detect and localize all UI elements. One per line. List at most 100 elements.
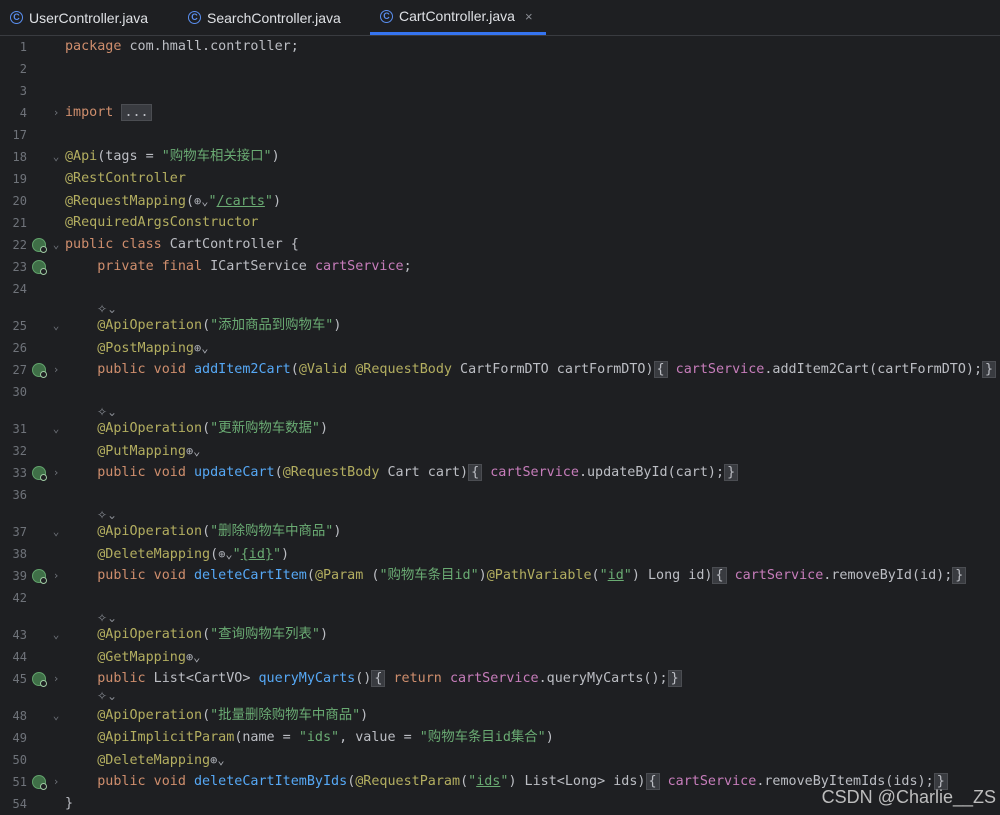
line-number: 31 [12,422,27,436]
code-text: @Api(tags = "购物车相关接口") [65,149,280,164]
fold-expanded-icon[interactable]: ⌄ [50,705,62,727]
line-number: 49 [12,731,27,745]
line-number: 23 [12,260,27,274]
code-text: @GetMapping⊕⌄ [97,650,201,665]
code-text: import ... [65,102,152,124]
line-number: 32 [12,444,27,458]
close-tab-icon[interactable]: × [525,9,533,24]
line-number: 3 [19,84,27,98]
editor-tab-bar: C UserController.java C SearchController… [0,0,1000,36]
line-number: 22 [12,238,27,252]
code-line: 31 ⌄ @ApiOperation("更新购物车数据") [0,418,1000,440]
code-text: @ApiOperation("删除购物车中商品") [97,524,342,539]
line-number: 43 [12,628,27,642]
line-number: 33 [12,466,27,480]
fold-expanded-icon[interactable]: ⌄ [50,418,62,440]
code-text: @ApiOperation("添加商品到购物车") [97,318,342,333]
globe-icon[interactable]: ⊕⌄ [210,753,224,767]
line-number: 26 [12,341,27,355]
code-line: 30 [0,381,1000,403]
code-text: public void addItem2Cart(@Valid @Request… [65,359,997,381]
code-text: @ApiOperation("批量删除购物车中商品") [97,708,369,723]
code-line: 21 @RequiredArgsConstructor [0,212,1000,234]
endpoint-gutter-icon[interactable] [32,466,47,481]
tab-label: CartController.java [399,8,515,24]
globe-icon[interactable]: ⊕⌄ [194,341,208,355]
code-line: 42 [0,587,1000,609]
endpoint-gutter-icon[interactable] [32,672,47,687]
line-number: 30 [12,385,27,399]
code-line: 44 @GetMapping⊕⌄ [0,646,1000,668]
endpoint-gutter-icon[interactable] [32,775,47,790]
injection-gutter-icon[interactable] [32,260,47,275]
folded-imports[interactable]: ... [121,104,152,121]
line-number: 54 [12,797,27,811]
ai-hint-icon[interactable]: ✧⌄ [97,685,117,707]
line-number: 45 [12,672,27,686]
fold-expanded-icon[interactable]: ⌄ [50,146,62,168]
fold-expanded-icon[interactable]: ⌄ [50,521,62,543]
code-line: 36 [0,484,1000,506]
line-number: 36 [12,488,27,502]
globe-icon[interactable]: ⊕⌄ [186,444,200,458]
fold-expanded-icon[interactable]: ⌄ [50,315,62,337]
fold-expanded-icon[interactable]: ⌄ [50,234,62,256]
tab-search-controller[interactable]: C SearchController.java [178,0,368,35]
line-number: 1 [19,40,27,54]
globe-icon[interactable]: ⊕⌄ [186,650,200,664]
fold-collapsed-icon[interactable]: › [50,771,62,793]
line-number: 24 [12,282,27,296]
code-line: 22 ⌄ public class CartController { [0,234,1000,256]
code-text: } [65,796,74,811]
code-text: @RequestMapping(⊕⌄"/carts") [65,194,282,209]
code-line: 24 [0,278,1000,300]
code-line: 32 @PutMapping⊕⌄ [0,440,1000,462]
fold-collapsed-icon[interactable]: › [50,359,62,381]
fold-expanded-icon[interactable]: ⌄ [50,624,62,646]
line-number: 25 [12,319,27,333]
code-line: 26 @PostMapping⊕⌄ [0,337,1000,359]
tab-label: SearchController.java [207,9,341,26]
code-text: @RestController [65,171,186,186]
endpoint-gutter-icon[interactable] [32,363,47,378]
code-line: 3 [0,80,1000,102]
tab-user-controller[interactable]: C UserController.java [0,0,170,35]
code-text: package com.hmall.controller; [65,39,299,54]
code-text: @RequiredArgsConstructor [65,215,259,230]
code-line: 50 @DeleteMapping⊕⌄ [0,749,1000,771]
code-line: 38 @DeleteMapping(⊕⌄"{id}") [0,543,1000,565]
code-text: @PostMapping⊕⌄ [97,341,209,356]
code-text: @DeleteMapping(⊕⌄"{id}") [97,547,290,562]
code-line: 27 › public void addItem2Cart(@Valid @Re… [0,359,1000,381]
class-icon: C [10,11,23,24]
globe-icon[interactable]: ⊕⌄ [194,194,208,208]
endpoint-gutter-icon[interactable] [32,569,47,584]
line-number: 48 [12,709,27,723]
line-number: 37 [12,525,27,539]
globe-icon[interactable]: ⊕⌄ [218,547,232,561]
line-number: 50 [12,753,27,767]
line-number: 4 [19,106,27,120]
line-number: 51 [12,775,27,789]
implementation-gutter-icon[interactable] [32,238,47,253]
tab-cart-controller[interactable]: C CartController.java × [370,0,546,35]
line-number: 39 [12,569,27,583]
code-text: public List<CartVO> queryMyCarts(){ retu… [65,668,682,690]
code-text: @ApiImplicitParam(name = "ids", value = … [97,730,554,745]
fold-collapsed-icon[interactable]: › [50,102,62,124]
line-number: 18 [12,150,27,164]
code-text: public void deleteCartItem(@Param ("购物车条… [65,565,967,587]
watermark: CSDN @Charlie__ZS [821,787,996,807]
class-icon: C [188,11,201,24]
code-text: public class CartController { [65,237,299,252]
code-line: 49 @ApiImplicitParam(name = "ids", value… [0,727,1000,749]
fold-collapsed-icon[interactable]: › [50,565,62,587]
code-line: 45 › public List<CartVO> queryMyCarts(){… [0,668,1000,690]
fold-collapsed-icon[interactable]: › [50,462,62,484]
code-line: 2 [0,58,1000,80]
line-number: 17 [12,128,27,142]
code-editor[interactable]: 1 package com.hmall.controller; 2 3 4 › … [0,36,1000,814]
line-number: 44 [12,650,27,664]
fold-collapsed-icon[interactable]: › [50,668,62,690]
code-line: 18 ⌄ @Api(tags = "购物车相关接口") [0,146,1000,168]
